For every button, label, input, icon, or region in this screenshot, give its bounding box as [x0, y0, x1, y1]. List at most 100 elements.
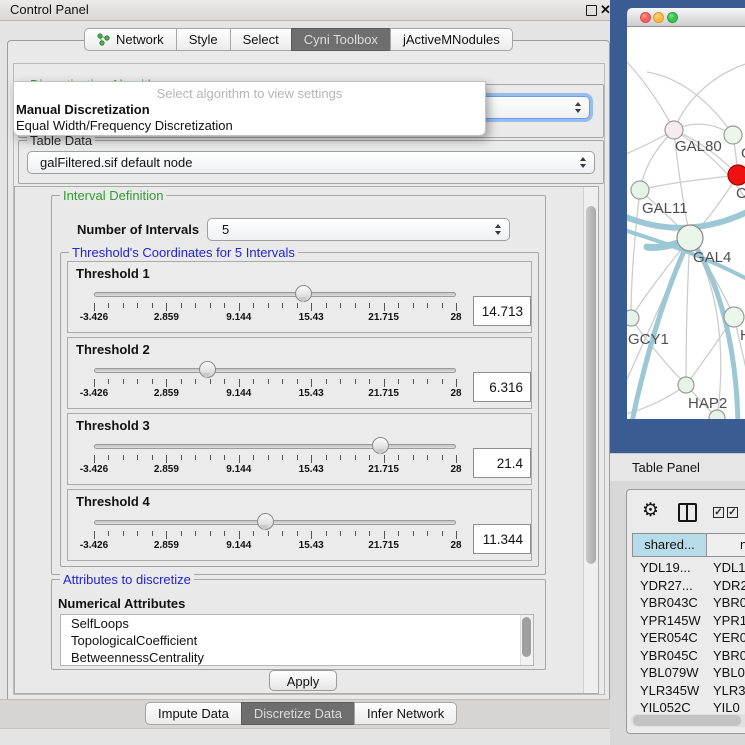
network-node-h[interactable]	[724, 307, 744, 327]
close-light[interactable]	[640, 12, 651, 23]
table-horizontal-scrollbar-thumb[interactable]	[633, 715, 741, 726]
cell-name: YER0	[713, 629, 745, 647]
slider-tick	[369, 379, 370, 384]
network-node-c[interactable]	[728, 165, 745, 185]
slider-tick	[369, 531, 370, 536]
slider-track[interactable]	[94, 292, 456, 297]
network-edge[interactable]	[686, 238, 690, 385]
split-table-icon[interactable]	[678, 503, 697, 522]
attribute-list-item[interactable]: TopologicalCoefficient	[61, 632, 533, 649]
slider-tick-label: -3.426	[80, 388, 108, 399]
threshold-value-field[interactable]: 11.344	[473, 524, 531, 554]
threshold-value-field[interactable]: 21.4	[473, 448, 531, 478]
apply-button[interactable]: Apply	[269, 670, 337, 691]
tab-network[interactable]: Network	[84, 28, 177, 51]
tab-style[interactable]: Style	[176, 28, 231, 51]
zoom-light[interactable]	[667, 12, 678, 23]
network-node-gal11[interactable]	[631, 181, 649, 199]
network-node-hap2[interactable]	[678, 377, 694, 393]
network-edge[interactable]	[640, 175, 738, 190]
network-canvas[interactable]: GAL80GACGAL11GAL4GCY1HHAP2	[627, 27, 745, 419]
network-edge[interactable]	[631, 190, 640, 318]
list-scrollbar[interactable]	[520, 615, 533, 665]
threshold-value-field[interactable]: 14.713	[473, 296, 531, 326]
column-header-shared-name[interactable]: shared...	[632, 533, 707, 557]
slider-tick	[282, 303, 283, 308]
gear-icon[interactable]: ⚙	[642, 499, 659, 522]
slider-tick	[152, 379, 153, 384]
slider-tick	[239, 531, 240, 539]
table-row[interactable]: YBR043CYBR0	[632, 594, 745, 612]
slider-tick	[282, 455, 283, 460]
slider-track[interactable]	[94, 368, 456, 373]
network-edge[interactable]	[627, 57, 674, 130]
number-of-intervals-combobox[interactable]: 5	[207, 218, 510, 241]
checkbox-icon[interactable]: ✓	[727, 507, 738, 518]
slider-tick	[108, 455, 109, 460]
network-node-label: HAP2	[688, 395, 727, 412]
slider-thumb[interactable]	[295, 285, 312, 302]
attribute-list-item[interactable]: BetweennessCentrality	[61, 649, 533, 666]
popup-item-equal-width[interactable]: Equal Width/Frequency Discretization	[14, 118, 485, 134]
slider-tick	[355, 303, 356, 308]
slider-tick	[195, 531, 196, 536]
threshold-value-field[interactable]: 6.316	[473, 372, 531, 402]
slider-tick-label: 15.43	[299, 312, 324, 323]
table-row[interactable]: YBR045CYBR0	[632, 647, 745, 665]
network-node-gcy1[interactable]	[627, 310, 639, 326]
slider-thumb[interactable]	[199, 361, 216, 378]
slider-thumb[interactable]	[257, 513, 274, 530]
table-row[interactable]: YDR27...YDR2	[632, 577, 745, 595]
tab-jactivemnodules[interactable]: jActiveMNodules	[390, 28, 513, 51]
table-horizontal-scrollbar[interactable]	[631, 714, 745, 727]
slider-track[interactable]	[94, 444, 456, 449]
list-scrollbar-thumb[interactable]	[522, 617, 531, 657]
tab-infer-network[interactable]: Infer Network	[354, 702, 457, 725]
slider-tick	[94, 455, 95, 463]
slider-tick	[456, 455, 457, 463]
table-data-combobox[interactable]: galFiltered.sif default node	[27, 151, 595, 174]
threshold-label: Threshold 2	[76, 342, 150, 357]
settings-scrollbar[interactable]	[583, 187, 598, 693]
slider-tick	[311, 303, 312, 311]
table-row[interactable]: YLR345WYLR3	[632, 682, 745, 700]
network-window-titlebar[interactable]	[627, 8, 745, 27]
network-edge[interactable]	[674, 62, 745, 130]
numerical-attributes-label: Numerical Attributes	[58, 596, 185, 611]
slider-tick	[195, 455, 196, 460]
network-node-ga[interactable]	[724, 126, 742, 144]
settings-scrollbar-thumb[interactable]	[586, 206, 596, 564]
popup-placeholder-item[interactable]: Select algorithm to view settings	[14, 85, 485, 102]
network-node-label: GA	[741, 145, 745, 162]
attribute-list-item[interactable]: SelfLoops	[61, 615, 533, 632]
network-node-gal80[interactable]	[665, 121, 683, 139]
screenshot-root: Control Panel ✕ NetworkStyleSelectCyni T…	[0, 0, 745, 745]
network-node-gal4[interactable]	[677, 225, 703, 251]
slider-tick	[210, 303, 211, 308]
cell-shared-name: YER054C	[640, 629, 698, 647]
table-row[interactable]: YDL19...YDL1	[632, 559, 745, 577]
table-row[interactable]: YBL079WYBL0	[632, 664, 745, 682]
column-header-name[interactable]: na	[706, 533, 745, 557]
number-of-intervals-label: Number of Intervals	[77, 222, 199, 237]
threshold-item-3: Threshold 3-3.4262.8599.14415.4321.71528…	[67, 413, 532, 485]
tab-cyni-toolbox[interactable]: Cyni Toolbox	[291, 28, 391, 51]
slider-tick	[224, 531, 225, 536]
tab-impute-data[interactable]: Impute Data	[145, 702, 242, 725]
float-window-icon[interactable]	[586, 5, 597, 16]
tab-select[interactable]: Select	[230, 28, 292, 51]
threshold-item-2: Threshold 2-3.4262.8599.14415.4321.71528…	[67, 337, 532, 409]
table-row[interactable]: YPR145WYPR1	[632, 612, 745, 630]
slider-tick	[456, 531, 457, 539]
cell-shared-name: YBL079W	[640, 664, 699, 682]
minimize-light[interactable]	[653, 12, 664, 23]
slider-tick	[311, 531, 312, 539]
slider-tick	[123, 455, 124, 460]
slider-track[interactable]	[94, 520, 456, 525]
slider-tick	[268, 303, 269, 308]
table-row[interactable]: YER054C YER0	[632, 629, 745, 647]
popup-item-manual-discretization[interactable]: Manual Discretization	[14, 102, 485, 118]
checkbox-icon[interactable]: ✓	[713, 507, 724, 518]
tab-discretize-data[interactable]: Discretize Data	[241, 702, 355, 725]
slider-thumb[interactable]	[372, 437, 389, 454]
